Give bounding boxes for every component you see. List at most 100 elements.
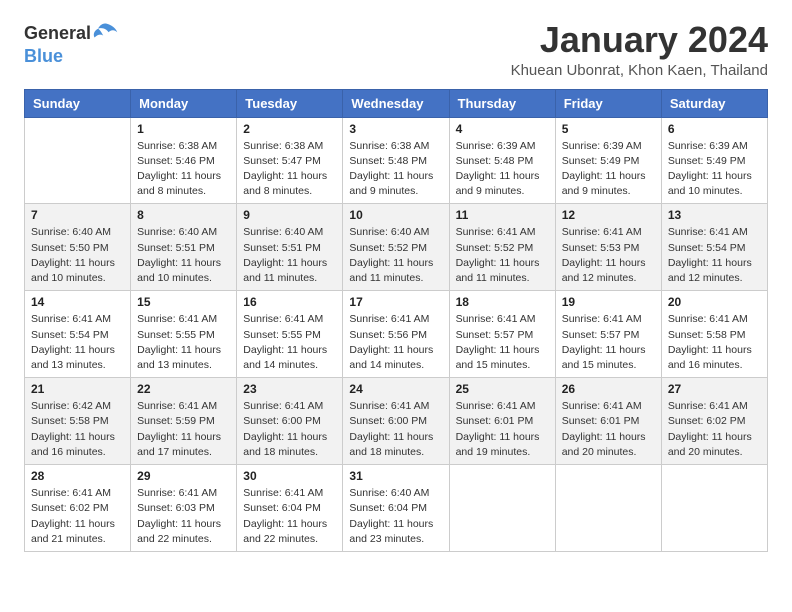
day-number: 15	[137, 295, 230, 309]
day-number: 16	[243, 295, 336, 309]
calendar-cell	[25, 117, 131, 204]
day-info: Sunrise: 6:38 AMSunset: 5:46 PMDaylight:…	[137, 139, 230, 200]
day-number: 28	[31, 469, 124, 483]
calendar-cell: 1 Sunrise: 6:38 AMSunset: 5:46 PMDaylight…	[131, 117, 237, 204]
calendar-cell: 11 Sunrise: 6:41 AMSunset: 5:52 PMDayligh…	[449, 204, 555, 291]
day-number: 12	[562, 208, 655, 222]
day-number: 4	[456, 122, 549, 136]
day-number: 13	[668, 208, 761, 222]
day-number: 26	[562, 382, 655, 396]
calendar-cell: 30 Sunrise: 6:41 AMSunset: 6:04 PMDayligh…	[237, 465, 343, 552]
calendar-cell: 13Sunrise: 6:41 AMSunset: 5:54 PMDayligh…	[661, 204, 767, 291]
calendar-cell: 24 Sunrise: 6:41 AMSunset: 6:00 PMDayligh…	[343, 378, 449, 465]
day-number: 25	[456, 382, 549, 396]
subtitle: Khuean Ubonrat, Khon Kaen, Thailand	[511, 62, 768, 79]
logo: General Blue	[24, 20, 119, 68]
day-number: 29	[137, 469, 230, 483]
day-info: Sunrise: 6:40 AMSunset: 5:51 PMDaylight:…	[243, 225, 336, 286]
column-header-thursday: Thursday	[449, 89, 555, 117]
day-number: 11	[456, 208, 549, 222]
calendar-cell: 10Sunrise: 6:40 AMSunset: 5:52 PMDayligh…	[343, 204, 449, 291]
calendar-cell: 14 Sunrise: 6:41 AMSunset: 5:54 PMDayligh…	[25, 291, 131, 378]
week-row-5: 28 Sunrise: 6:41 AMSunset: 6:02 PMDayligh…	[25, 465, 768, 552]
day-number: 31	[349, 469, 442, 483]
calendar-cell: 26 Sunrise: 6:41 AMSunset: 6:01 PMDayligh…	[555, 378, 661, 465]
calendar-cell	[661, 465, 767, 552]
logo-general: General	[24, 23, 91, 45]
day-info: Sunrise: 6:41 AMSunset: 5:54 PMDaylight:…	[31, 312, 124, 373]
calendar-cell: 12 Sunrise: 6:41 AMSunset: 5:53 PMDayligh…	[555, 204, 661, 291]
calendar-cell: 28 Sunrise: 6:41 AMSunset: 6:02 PMDayligh…	[25, 465, 131, 552]
day-info: Sunrise: 6:41 AMSunset: 6:00 PMDaylight:…	[243, 399, 336, 460]
week-row-2: 7 Sunrise: 6:40 AMSunset: 5:50 PMDaylight…	[25, 204, 768, 291]
day-number: 7	[31, 208, 124, 222]
day-info: Sunrise: 6:38 AMSunset: 5:47 PMDaylight:…	[243, 139, 336, 200]
day-info: Sunrise: 6:40 AMSunset: 5:50 PMDaylight:…	[31, 225, 124, 286]
week-row-1: 1 Sunrise: 6:38 AMSunset: 5:46 PMDaylight…	[25, 117, 768, 204]
logo-bird-icon	[91, 20, 119, 48]
day-info: Sunrise: 6:42 AMSunset: 5:58 PMDaylight:…	[31, 399, 124, 460]
calendar-cell: 29 Sunrise: 6:41 AMSunset: 6:03 PMDayligh…	[131, 465, 237, 552]
calendar-cell: 2 Sunrise: 6:38 AMSunset: 5:47 PMDaylight…	[237, 117, 343, 204]
calendar-cell	[449, 465, 555, 552]
calendar-cell: 31Sunrise: 6:40 AMSunset: 6:04 PMDayligh…	[343, 465, 449, 552]
day-number: 2	[243, 122, 336, 136]
calendar-cell: 15Sunrise: 6:41 AMSunset: 5:55 PMDayligh…	[131, 291, 237, 378]
column-header-wednesday: Wednesday	[343, 89, 449, 117]
day-info: Sunrise: 6:41 AMSunset: 6:04 PMDaylight:…	[243, 486, 336, 547]
column-header-monday: Monday	[131, 89, 237, 117]
day-info: Sunrise: 6:41 AMSunset: 6:01 PMDaylight:…	[456, 399, 549, 460]
day-number: 5	[562, 122, 655, 136]
title-block: January 2024 Khuean Ubonrat, Khon Kaen, …	[511, 20, 768, 79]
calendar-cell: 16 Sunrise: 6:41 AMSunset: 5:55 PMDayligh…	[237, 291, 343, 378]
day-number: 14	[31, 295, 124, 309]
day-number: 20	[668, 295, 761, 309]
column-header-friday: Friday	[555, 89, 661, 117]
day-number: 18	[456, 295, 549, 309]
day-number: 10	[349, 208, 442, 222]
day-info: Sunrise: 6:41 AMSunset: 6:00 PMDaylight:…	[349, 399, 442, 460]
calendar-cell: 25 Sunrise: 6:41 AMSunset: 6:01 PMDayligh…	[449, 378, 555, 465]
calendar-cell: 9Sunrise: 6:40 AMSunset: 5:51 PMDaylight…	[237, 204, 343, 291]
week-row-4: 21 Sunrise: 6:42 AMSunset: 5:58 PMDayligh…	[25, 378, 768, 465]
calendar-cell: 17Sunrise: 6:41 AMSunset: 5:56 PMDayligh…	[343, 291, 449, 378]
calendar-cell: 23 Sunrise: 6:41 AMSunset: 6:00 PMDayligh…	[237, 378, 343, 465]
main-title: January 2024	[511, 20, 768, 60]
day-number: 24	[349, 382, 442, 396]
day-info: Sunrise: 6:41 AMSunset: 6:02 PMDaylight:…	[31, 486, 124, 547]
column-header-sunday: Sunday	[25, 89, 131, 117]
calendar-table: SundayMondayTuesdayWednesdayThursdayFrid…	[24, 89, 768, 552]
day-number: 1	[137, 122, 230, 136]
day-info: Sunrise: 6:41 AMSunset: 5:55 PMDaylight:…	[243, 312, 336, 373]
calendar-cell: 3Sunrise: 6:38 AMSunset: 5:48 PMDaylight…	[343, 117, 449, 204]
day-info: Sunrise: 6:39 AMSunset: 5:49 PMDaylight:…	[668, 139, 761, 200]
day-number: 30	[243, 469, 336, 483]
week-row-3: 14 Sunrise: 6:41 AMSunset: 5:54 PMDayligh…	[25, 291, 768, 378]
column-header-tuesday: Tuesday	[237, 89, 343, 117]
day-info: Sunrise: 6:41 AMSunset: 6:03 PMDaylight:…	[137, 486, 230, 547]
day-info: Sunrise: 6:41 AMSunset: 6:01 PMDaylight:…	[562, 399, 655, 460]
day-info: Sunrise: 6:41 AMSunset: 6:02 PMDaylight:…	[668, 399, 761, 460]
day-info: Sunrise: 6:41 AMSunset: 5:58 PMDaylight:…	[668, 312, 761, 373]
day-info: Sunrise: 6:41 AMSunset: 5:57 PMDaylight:…	[456, 312, 549, 373]
day-number: 17	[349, 295, 442, 309]
calendar-cell: 18 Sunrise: 6:41 AMSunset: 5:57 PMDayligh…	[449, 291, 555, 378]
day-info: Sunrise: 6:41 AMSunset: 5:57 PMDaylight:…	[562, 312, 655, 373]
calendar-cell: 7 Sunrise: 6:40 AMSunset: 5:50 PMDaylight…	[25, 204, 131, 291]
day-info: Sunrise: 6:39 AMSunset: 5:49 PMDaylight:…	[562, 139, 655, 200]
logo-blue: Blue	[24, 46, 63, 68]
day-info: Sunrise: 6:41 AMSunset: 5:53 PMDaylight:…	[562, 225, 655, 286]
day-info: Sunrise: 6:41 AMSunset: 5:52 PMDaylight:…	[456, 225, 549, 286]
header-row: SundayMondayTuesdayWednesdayThursdayFrid…	[25, 89, 768, 117]
day-number: 23	[243, 382, 336, 396]
day-number: 22	[137, 382, 230, 396]
day-number: 21	[31, 382, 124, 396]
calendar-cell: 27Sunrise: 6:41 AMSunset: 6:02 PMDayligh…	[661, 378, 767, 465]
calendar-cell: 4 Sunrise: 6:39 AMSunset: 5:48 PMDaylight…	[449, 117, 555, 204]
day-number: 3	[349, 122, 442, 136]
calendar-cell: 22Sunrise: 6:41 AMSunset: 5:59 PMDayligh…	[131, 378, 237, 465]
day-info: Sunrise: 6:39 AMSunset: 5:48 PMDaylight:…	[456, 139, 549, 200]
calendar-cell: 21 Sunrise: 6:42 AMSunset: 5:58 PMDayligh…	[25, 378, 131, 465]
column-header-saturday: Saturday	[661, 89, 767, 117]
day-number: 6	[668, 122, 761, 136]
